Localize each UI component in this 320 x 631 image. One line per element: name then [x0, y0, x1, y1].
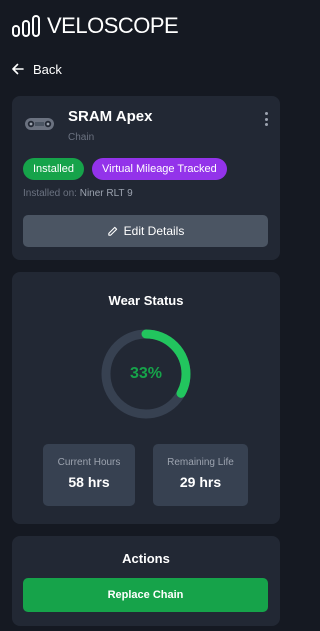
app-name: VELOSCOPE	[47, 13, 179, 38]
part-type: Chain	[68, 132, 95, 143]
arrow-left-icon	[12, 63, 24, 75]
edit-details-button[interactable]: Edit Details	[23, 215, 268, 247]
actions-card: Actions Replace Chain	[12, 536, 280, 626]
status-badges: Installed Virtual Mileage Tracked	[23, 158, 227, 180]
part-card: SRAM Apex Chain Installed Virtual Mileag…	[12, 96, 280, 260]
virtual-mileage-badge: Virtual Mileage Tracked	[91, 158, 227, 180]
edit-details-label: Edit Details	[123, 224, 185, 238]
wear-status-card: Wear Status 33% Current Hours 58 hrs Rem…	[12, 272, 280, 524]
installed-badge: Installed	[23, 158, 84, 180]
kebab-menu-icon[interactable]	[260, 110, 272, 128]
current-hours-label: Current Hours	[57, 457, 121, 468]
app-header: VELOSCOPE	[0, 0, 292, 52]
chain-icon	[25, 118, 54, 130]
current-hours-stat: Current Hours 58 hrs	[43, 444, 135, 506]
back-link[interactable]: Back	[0, 54, 292, 84]
remaining-life-stat: Remaining Life 29 hrs	[153, 444, 248, 506]
installed-on-value: Niner RLT 9	[79, 188, 133, 199]
replace-chain-button[interactable]: Replace Chain	[23, 578, 268, 612]
wear-status-title: Wear Status	[108, 293, 184, 308]
remaining-life-value: 29 hrs	[179, 474, 222, 490]
current-hours-value: 58 hrs	[68, 474, 110, 490]
velocity-bars-logo-icon	[12, 15, 40, 37]
part-name: SRAM Apex	[68, 108, 153, 125]
remaining-life-label: Remaining Life	[167, 457, 234, 468]
back-label: Back	[33, 61, 62, 77]
wear-percent: 33%	[129, 365, 163, 382]
pencil-icon	[107, 226, 117, 236]
installed-on-label: Installed on:	[23, 188, 77, 199]
installed-on: Installed on: Niner RLT 9	[23, 188, 133, 199]
actions-title: Actions	[122, 551, 170, 566]
